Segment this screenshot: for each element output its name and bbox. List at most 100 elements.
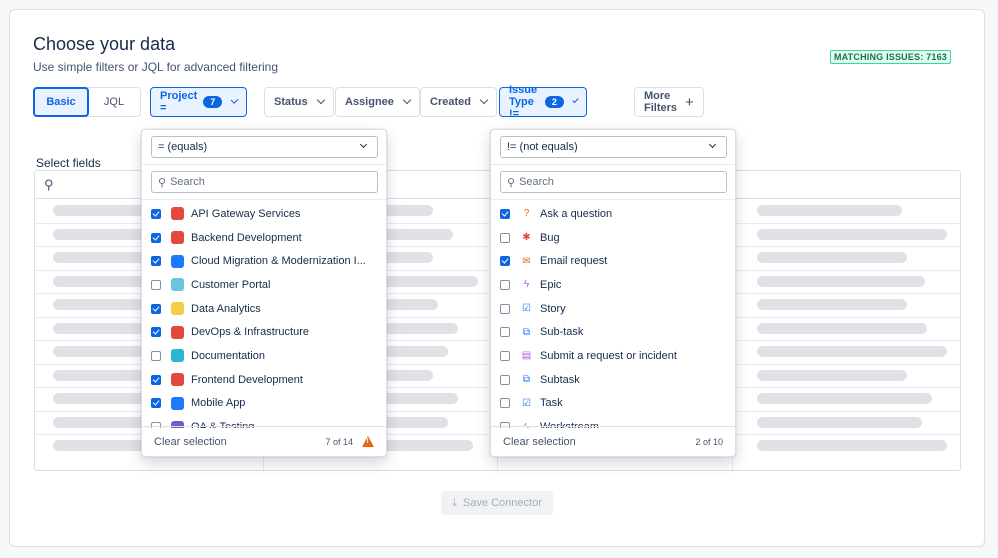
issue-type-dropdown-footer: Clear selection 2 of 10 — [491, 426, 735, 456]
project-option[interactable]: Customer Portal — [142, 273, 386, 297]
issue-type-option[interactable]: ⧉ Subtask — [491, 368, 735, 392]
skeleton-cell — [757, 393, 932, 404]
checkbox[interactable] — [151, 208, 161, 219]
issue-type-option-label: Epic — [540, 278, 562, 291]
issue-type-clear-selection[interactable]: Clear selection — [503, 436, 576, 448]
issue-type-selection-count: 2 of 10 — [695, 436, 723, 447]
created-filter-button[interactable]: Created — [420, 87, 497, 117]
project-option[interactable]: API Gateway Services — [142, 202, 386, 226]
project-dropdown-footer: Clear selection 7 of 14 — [142, 426, 386, 456]
issue-type-option-label: Email request — [540, 255, 608, 268]
email-icon: ✉ — [522, 255, 531, 267]
checkbox[interactable] — [151, 327, 161, 338]
checkbox[interactable] — [500, 350, 510, 361]
skeleton-cell — [757, 205, 902, 216]
project-option[interactable]: Frontend Development — [142, 368, 386, 392]
search-icon: ⚲ — [158, 176, 167, 189]
checkbox[interactable] — [500, 232, 510, 243]
issue-type-option[interactable]: ✱ Bug — [491, 226, 735, 250]
project-avatar-icon — [171, 302, 184, 316]
project-option[interactable]: Backend Development — [142, 226, 386, 250]
basic-mode-button[interactable]: Basic — [33, 87, 89, 117]
select-fields-label: Select fields — [36, 156, 101, 170]
mode-toggle: Basic JQL — [33, 87, 141, 117]
issue-type-search-input[interactable]: ⚲ Search — [500, 171, 727, 193]
project-operator-select[interactable]: = (equals) — [151, 136, 378, 158]
checkbox[interactable] — [500, 208, 510, 219]
issue-type-option-label: Subtask — [540, 373, 580, 386]
issue-type-filter-button[interactable]: Issue Type != 2 — [499, 84, 588, 120]
project-option[interactable]: Data Analytics — [142, 297, 386, 321]
issue-type-option[interactable]: ☑ Task — [491, 392, 735, 416]
issue-type-options-list: ? Ask a question ✱ Bug ✉ Email request ϟ Epic ☑ S… — [491, 202, 735, 428]
subtask-icon: ⧉ — [522, 374, 531, 386]
chevron-down-icon — [230, 96, 239, 104]
issue-type-option[interactable]: ☑ Story — [491, 297, 735, 321]
issue-type-option-label: Story — [540, 302, 566, 315]
project-search-input[interactable]: ⚲ Search — [151, 171, 378, 193]
more-filters-label: More Filters — [644, 90, 678, 114]
checkbox[interactable] — [151, 374, 161, 385]
checkbox[interactable] — [151, 256, 161, 267]
download-icon: ⤓ — [452, 496, 457, 509]
chevron-down-icon — [359, 140, 368, 149]
issue-type-option[interactable]: ? Ask a question — [491, 202, 735, 226]
project-clear-selection[interactable]: Clear selection — [154, 436, 227, 448]
issue-type-option[interactable]: ▤ Submit a request or incident — [491, 344, 735, 368]
skeleton-cell — [757, 252, 907, 263]
project-option[interactable]: Cloud Migration & Modernization I... — [142, 249, 386, 273]
issue-type-option-label: Bug — [540, 231, 560, 244]
project-avatar-icon — [171, 396, 184, 410]
plus-icon: + — [685, 93, 694, 111]
choose-data-card: Choose your data Use simple filters or J… — [9, 9, 985, 547]
created-filter-label: Created — [430, 96, 471, 108]
checkbox[interactable] — [151, 303, 161, 314]
project-option[interactable]: Mobile App — [142, 392, 386, 416]
project-filter-button[interactable]: Project = 7 — [150, 87, 248, 117]
epic-icon: ϟ — [523, 279, 530, 291]
matching-issues-badge: MATCHING ISSUES: 7163 — [829, 50, 951, 64]
jql-mode-button[interactable]: JQL — [88, 88, 140, 116]
warning-icon — [362, 436, 374, 447]
checkbox[interactable] — [500, 256, 510, 267]
checkbox[interactable] — [151, 398, 161, 409]
issue-type-option[interactable]: ϟ Epic — [491, 273, 735, 297]
divider — [491, 199, 735, 200]
save-connector-button[interactable]: ⤓ Save Connector — [441, 491, 553, 515]
checkbox[interactable] — [500, 398, 510, 409]
issue-type-dropdown: != (not equals) ⚲ Search ? Ask a question… — [490, 129, 736, 457]
checkbox[interactable] — [151, 279, 161, 290]
checkbox[interactable] — [151, 232, 161, 243]
project-count-badge: 7 — [203, 96, 223, 108]
project-avatar-icon — [171, 254, 184, 268]
chevron-down-icon — [316, 95, 325, 105]
subtask-icon: ⧉ — [522, 326, 531, 338]
more-filters-button[interactable]: More Filters + — [634, 87, 704, 117]
project-option-label: Customer Portal — [191, 278, 271, 291]
project-option[interactable]: DevOps & Infrastructure — [142, 320, 386, 344]
checkbox[interactable] — [500, 374, 510, 385]
project-avatar-icon — [171, 207, 184, 221]
issue-type-option[interactable]: ⧉ Sub-task — [491, 320, 735, 344]
skeleton-cell — [757, 322, 927, 334]
checkbox[interactable] — [500, 327, 510, 338]
issue-type-operator-select[interactable]: != (not equals) — [500, 136, 727, 158]
checkbox[interactable] — [151, 350, 161, 361]
request-icon: ▤ — [521, 350, 532, 362]
checkbox[interactable] — [500, 303, 510, 314]
skeleton-cell — [757, 299, 907, 310]
issue-type-option[interactable]: ✉ Email request — [491, 249, 735, 273]
project-option-label: Data Analytics — [191, 302, 261, 315]
project-option-label: Documentation — [191, 349, 265, 362]
project-avatar-icon — [171, 349, 184, 363]
bug-icon: ✱ — [522, 232, 531, 244]
assignee-filter-button[interactable]: Assignee — [335, 87, 420, 117]
search-icon: ⚲ — [507, 176, 516, 189]
checkbox[interactable] — [500, 279, 510, 290]
page-title: Choose your data — [33, 34, 176, 54]
issue-type-option-label: Submit a request or incident — [540, 349, 677, 362]
project-option[interactable]: Documentation — [142, 344, 386, 368]
status-filter-button[interactable]: Status — [264, 87, 334, 117]
divider — [142, 199, 386, 200]
project-option-label: Backend Development — [191, 231, 302, 244]
